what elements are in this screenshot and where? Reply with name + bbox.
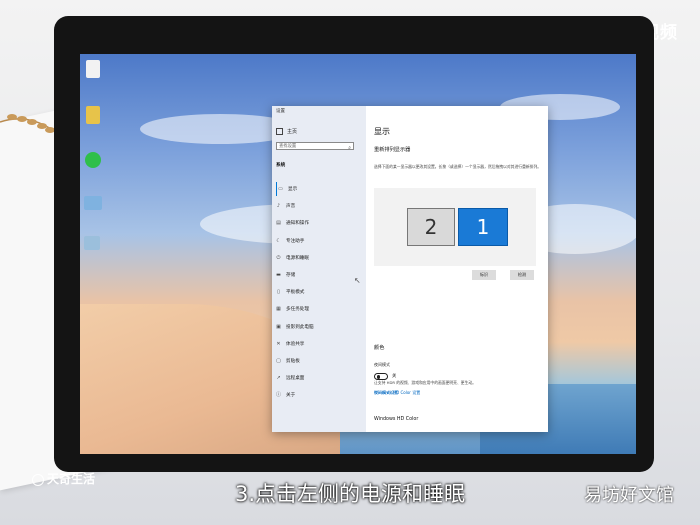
sidebar-item-remote-desktop[interactable]: ↗ 远程桌面 (276, 371, 364, 385)
bottom-right-watermark: 易坊好文馆 (584, 485, 674, 506)
wechat-icon[interactable] (85, 152, 101, 168)
toggle-knob (376, 375, 380, 379)
about-icon: ⓘ (276, 392, 282, 399)
display-icon: ▭ (278, 186, 283, 192)
sidebar-item-power[interactable]: ⏻ 电源和睡眠 (276, 251, 364, 265)
hd-color-heading: Windows HD Color (374, 417, 419, 422)
sidebar-item-projecting[interactable]: ▣ 投影到此电脑 (276, 320, 364, 334)
monitor-frame: 设置 主页 查找设置 ⌕ 系统 ▭ 显示 ♪ 声音 ▤ 通知和操作 ☾ 专注助手 ⏻ 电源和睡眠 ▬… (54, 16, 654, 472)
sidebar-item-label: 声音 (286, 204, 296, 210)
projecting-icon: ▣ (276, 323, 281, 330)
shared-experiences-icon: ✕ (276, 340, 281, 347)
tablet-icon: ▯ (277, 289, 280, 296)
sidebar-item-clipboard[interactable]: ▢ 剪贴板 (276, 354, 364, 368)
night-light-label: 夜间模式 (374, 362, 390, 367)
detect-button[interactable]: 检测 (510, 270, 534, 280)
multitasking-icon: ▦ (276, 306, 281, 313)
sidebar-item-sound[interactable]: ♪ 声音 (276, 199, 364, 213)
computer-icon[interactable] (84, 196, 102, 210)
rearrange-heading: 重新排列显示器 (374, 147, 411, 153)
sidebar-item-label: 存储 (286, 273, 296, 278)
night-light-toggle[interactable] (374, 373, 388, 380)
color-heading: 颜色 (374, 345, 385, 351)
file-icon[interactable] (86, 60, 100, 78)
hd-color-settings-link[interactable]: Windows HD Color 设置 (374, 390, 420, 396)
sidebar-item-about[interactable]: ⓘ 关于 (276, 388, 364, 402)
sidebar-item-label: 投影到此电脑 (286, 324, 314, 330)
page-title: 显示 (374, 127, 390, 136)
sidebar-item-focus-assist[interactable]: ☾ 专注助手 (276, 234, 364, 248)
sidebar-item-label: 远程桌面 (286, 376, 305, 382)
power-icon: ⏻ (276, 254, 281, 261)
mouse-cursor-icon: ↖ (354, 276, 361, 285)
sidebar-item-multitasking[interactable]: ▦ 多任务处理 (276, 302, 364, 316)
sidebar-item-label: 显示 (288, 187, 298, 192)
sidebar-item-storage[interactable]: ▬ 存储 (276, 268, 364, 282)
focus-assist-icon: ☾ (276, 237, 281, 244)
home-label: 主页 (287, 129, 298, 135)
monitor-2-tile[interactable]: 2 (407, 208, 455, 246)
sidebar-item-notifications[interactable]: ▤ 通知和操作 (276, 216, 364, 230)
clipboard-icon: ▢ (276, 358, 281, 364)
hd-color-description: 让支持 HDR 的视频、游戏和应用中的画面更明亮、更生动。 (374, 380, 476, 385)
sidebar-home[interactable]: 主页 (276, 128, 297, 135)
sidebar-item-label: 多任务处理 (286, 307, 309, 313)
search-input[interactable]: 查找设置 ⌕ (276, 142, 354, 151)
folder-icon[interactable] (86, 106, 100, 124)
sidebar-item-tablet[interactable]: ▯ 平板模式 (276, 285, 364, 299)
home-icon (276, 128, 283, 135)
identify-button[interactable]: 标识 (472, 270, 496, 280)
settings-sidebar: 设置 主页 查找设置 ⌕ 系统 ▭ 显示 ♪ 声音 ▤ 通知和操作 ☾ 专注助手 ⏻ 电源和睡眠 ▬… (272, 106, 366, 432)
network-icon[interactable] (84, 236, 100, 250)
sidebar-item-shared-experiences[interactable]: ✕ 体验共享 (276, 337, 364, 351)
sidebar-item-label: 通知和操作 (286, 221, 309, 227)
sidebar-item-label: 关于 (286, 393, 296, 399)
sidebar-item-label: 剪贴板 (286, 359, 300, 364)
sound-icon: ♪ (276, 203, 281, 210)
night-light-state: 关 (392, 374, 397, 379)
sidebar-item-label: 电源和睡眠 (286, 255, 309, 261)
remote-desktop-icon: ↗ (276, 375, 281, 382)
monitor-1-tile[interactable]: 1 (458, 208, 508, 246)
storage-icon: ▬ (276, 272, 281, 278)
display-arrangement-area: 2 1 (374, 188, 536, 266)
sidebar-item-display[interactable]: ▭ 显示 (276, 182, 366, 196)
sidebar-item-label: 专注助手 (286, 238, 305, 244)
desktop-screen: 设置 主页 查找设置 ⌕ 系统 ▭ 显示 ♪ 声音 ▤ 通知和操作 ☾ 专注助手 ⏻ 电源和睡眠 ▬… (80, 54, 636, 454)
rearrange-description: 选择下面的某一显示器以更改其设置。长按（或选择）一个显示器，然后拖拽以对其进行重… (374, 164, 542, 169)
sidebar-section-title: 系统 (276, 163, 286, 168)
notifications-icon: ▤ (276, 220, 281, 227)
search-placeholder: 查找设置 (279, 144, 297, 149)
search-icon: ⌕ (348, 145, 351, 151)
sidebar-item-label: 平板模式 (286, 290, 305, 296)
window-title: 设置 (276, 109, 285, 114)
wheat-decoration (0, 114, 59, 135)
sidebar-item-label: 体验共享 (286, 341, 305, 347)
